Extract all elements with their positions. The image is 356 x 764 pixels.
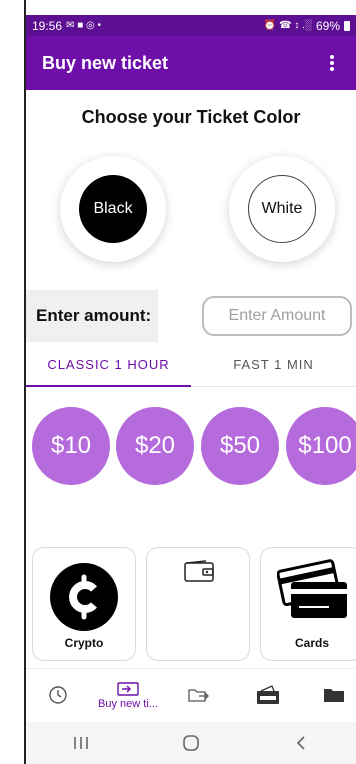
back-button[interactable] bbox=[271, 728, 331, 758]
nav-folder[interactable] bbox=[314, 669, 354, 721]
recent-apps-button[interactable] bbox=[51, 728, 111, 758]
wallet-icon bbox=[184, 560, 214, 582]
screen-margin bbox=[0, 0, 26, 764]
home-icon bbox=[183, 735, 199, 751]
back-chevron-icon bbox=[296, 736, 305, 750]
phone-screen: 19:56 ✉ ■ ◎ • ⏰ ☎ ↕ .░ 69% Buy new ticke… bbox=[0, 0, 356, 764]
battery-percent: 69% bbox=[315, 18, 340, 33]
nav-buy-ticket-label: Buy new ti... bbox=[98, 698, 158, 710]
nav-transfer[interactable] bbox=[178, 669, 218, 721]
price-chip-50[interactable]: $50 bbox=[201, 407, 279, 485]
nav-buy-ticket[interactable]: Buy new ti... bbox=[88, 669, 168, 721]
home-button[interactable] bbox=[161, 728, 221, 758]
payment-cards-card[interactable]: Cards bbox=[260, 547, 356, 661]
transfer-icon bbox=[188, 689, 209, 702]
buy-ticket-icon bbox=[117, 682, 139, 696]
recent-apps-icon bbox=[74, 737, 88, 749]
nav-wallet[interactable] bbox=[248, 669, 288, 721]
ticket-color-heading: Choose your Ticket Color bbox=[81, 107, 301, 127]
black-color-button[interactable]: Black bbox=[79, 175, 147, 243]
app-bar: Buy new ticket bbox=[26, 36, 356, 90]
ticket-type-tabs: CLASSIC 1 HOUR FAST 1 MIN bbox=[26, 343, 356, 387]
history-clock-icon bbox=[49, 686, 67, 704]
payment-crypto-card[interactable]: Crypto bbox=[32, 547, 136, 661]
price-chip-100[interactable]: $100 bbox=[286, 407, 356, 485]
bottom-nav: Buy new ti... bbox=[26, 668, 356, 720]
folder-icon bbox=[324, 689, 344, 702]
payment-crypto-label: Crypto bbox=[64, 636, 104, 650]
payment-cards-label: Cards bbox=[294, 636, 329, 650]
credit-cards-icon bbox=[277, 559, 347, 618]
status-right: ⏰ ☎ ↕ .░ 69% bbox=[264, 19, 350, 33]
amount-label: Enter amount: bbox=[26, 290, 158, 342]
wallet-cash-icon bbox=[257, 685, 279, 704]
nav-history[interactable] bbox=[38, 669, 78, 721]
payment-wallet-card[interactable] bbox=[146, 547, 250, 661]
white-color-halo: White bbox=[229, 156, 335, 262]
status-left: 19:56 ✉ ■ ◎ • bbox=[32, 19, 101, 33]
white-color-button[interactable]: White bbox=[248, 175, 316, 243]
battery-icon bbox=[344, 20, 350, 31]
black-color-halo: Black bbox=[60, 156, 166, 262]
price-chip-20[interactable]: $20 bbox=[116, 407, 194, 485]
more-options-icon[interactable] bbox=[324, 52, 340, 74]
price-chip-10[interactable]: $10 bbox=[32, 407, 110, 485]
page-title: Buy new ticket bbox=[42, 52, 169, 73]
status-time: 19:56 bbox=[32, 18, 63, 33]
status-bar: 19:56 ✉ ■ ◎ • ⏰ ☎ ↕ .░ 69% bbox=[26, 15, 356, 36]
system-nav-bar bbox=[26, 722, 356, 764]
system-status-icons: ⏰ ☎ ↕ .░ bbox=[263, 20, 312, 31]
amount-input[interactable] bbox=[202, 296, 352, 336]
tab-classic-1-hour[interactable]: CLASSIC 1 HOUR bbox=[26, 343, 191, 387]
amount-row: Enter amount: bbox=[26, 290, 356, 342]
notification-icons: ✉ ■ ◎ • bbox=[66, 20, 102, 31]
crypto-coin-icon bbox=[50, 563, 118, 631]
tab-fast-1-min[interactable]: FAST 1 MIN bbox=[191, 343, 356, 386]
